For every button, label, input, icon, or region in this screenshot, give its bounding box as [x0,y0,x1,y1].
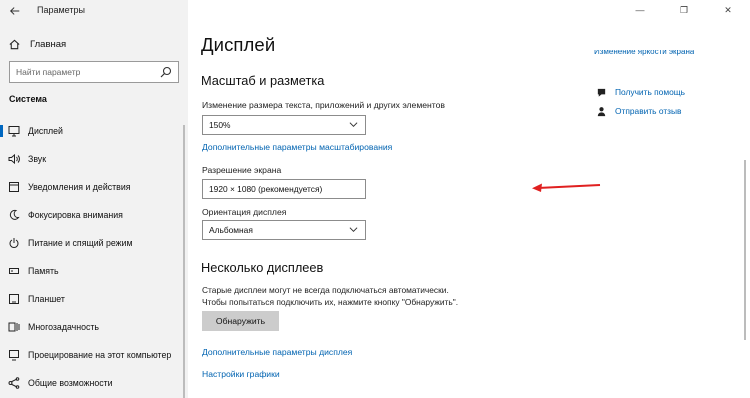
back-arrow-icon[interactable] [9,5,23,19]
storage-icon [9,268,19,274]
detect-button[interactable]: Обнаружить [202,311,279,331]
moon-icon [9,209,20,220]
power-icon [9,238,19,248]
chevron-down-icon [349,122,358,128]
feedback-link-label: Отправить отзыв [615,106,682,116]
sidebar-item-label: Звук [28,154,47,164]
text-size-value: 150% [209,120,231,130]
multi-display-text-2: Чтобы попытаться подключить их, нажмите … [202,297,459,307]
sidebar-item-projecting[interactable]: Проецирование на этот компьютер [0,345,188,365]
advanced-display-link[interactable]: Дополнительные параметры дисплея [202,347,352,357]
notification-icon [9,182,19,192]
project-icon [9,350,19,361]
section-label-system: Система [9,94,47,104]
sidebar-item-label: Общие возможности [28,378,113,388]
search-icon[interactable] [160,66,172,78]
sidebar-item-label: Фокусировка внимания [28,210,123,220]
sidebar-item-label: Дисплей [28,126,63,136]
resolution-value: 1920 × 1080 (рекомендуется) [209,184,323,194]
sidebar-item-label: Память [28,266,59,276]
sidebar-item-tablet[interactable]: Планшет [0,289,188,309]
multi-display-heading: Несколько дисплеев [201,260,324,275]
sidebar: Параметры Главная Система Дисплей Звук У… [0,0,188,398]
advanced-scaling-link[interactable]: Дополнительные параметры масштабирования [202,142,392,152]
orientation-dropdown[interactable]: Альбомная [202,220,366,240]
feedback-link[interactable]: Отправить отзыв [596,104,681,118]
tablet-icon [9,294,19,304]
text-size-dropdown[interactable]: 150% [202,115,366,135]
sidebar-item-focus[interactable]: Фокусировка внимания [0,205,188,225]
sidebar-item-label: Питание и спящий режим [28,238,133,248]
monitor-icon [8,126,20,137]
sidebar-item-power[interactable]: Питание и спящий режим [0,233,188,253]
maximize-button[interactable]: ❐ [662,0,706,20]
sidebar-item-notifications[interactable]: Уведомления и действия [0,177,188,197]
sidebar-item-multitasking[interactable]: Многозадачность [0,317,188,337]
help-icon [597,88,606,97]
sidebar-item-label: Многозадачность [28,322,99,332]
share-icon [8,377,20,389]
help-link-label: Получить помощь [615,87,685,97]
speaker-icon [8,153,20,165]
orientation-label: Ориентация дисплея [202,207,287,217]
resolution-dropdown[interactable]: 1920 × 1080 (рекомендуется) [202,179,366,199]
sidebar-item-label: Проецирование на этот компьютер [28,350,172,360]
orientation-value: Альбомная [209,225,253,235]
annotation-arrow [532,183,601,192]
sidebar-item-label: Планшет [28,294,65,304]
main-content: — ❐ ✕ Дисплей Масштаб и разметка Изменен… [188,0,750,398]
sidebar-item-shared[interactable]: Общие возможности [0,373,188,393]
resolution-label: Разрешение экрана [202,165,282,175]
home-label: Главная [30,38,67,50]
minimize-button[interactable]: — [618,0,662,20]
multi-display-text-1: Старые дисплеи могут не всегда подключат… [202,285,449,295]
feedback-icon [597,106,606,116]
scale-heading: Масштаб и разметка [201,73,325,88]
window-controls: — ❐ ✕ [618,0,750,20]
close-button[interactable]: ✕ [706,0,750,20]
sidebar-item-display[interactable]: Дисплей [0,121,188,141]
multitask-icon [8,322,20,332]
sidebar-item-storage[interactable]: Память [0,261,188,281]
help-link[interactable]: Получить помощь [596,85,685,99]
home-icon [9,39,20,49]
sidebar-item-label: Уведомления и действия [28,182,131,192]
app-title: Параметры [37,5,85,15]
chevron-down-icon [349,227,358,233]
sidebar-scrollbar[interactable] [183,125,185,398]
text-size-label: Изменение размера текста, приложений и д… [202,100,445,110]
main-scrollbar[interactable] [744,160,746,340]
brightness-link[interactable]: Изменение яркости экрана [594,50,694,58]
home-nav-item[interactable]: Главная [8,35,66,53]
sidebar-item-sound[interactable]: Звук [0,149,188,169]
graphics-settings-link[interactable]: Настройки графики [202,369,280,379]
search-box [9,61,179,83]
page-title: Дисплей [201,34,276,55]
search-input[interactable] [10,62,155,82]
